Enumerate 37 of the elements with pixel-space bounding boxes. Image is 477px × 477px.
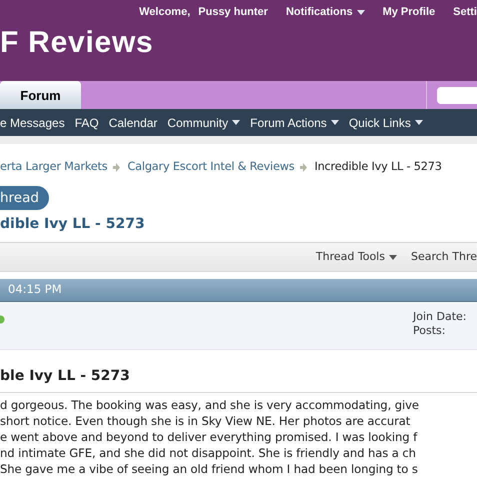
post-text-line: d gorgeous. The booking was easy, and she is very accommodating, give [0, 397, 420, 413]
site-title: F Reviews [0, 28, 154, 58]
header-link[interactable]: Notifications [286, 4, 365, 20]
post-text-line: e went above and beyond to deliver everything promised. I was looking f [0, 429, 418, 445]
post-text-line: short notice. Even though she is in Sky View NE. Her photos are accurat [0, 413, 412, 429]
breadcrumb-link[interactable]: erta Larger Markets [0, 158, 108, 176]
post-title: ble Ivy LL - 5273 [0, 366, 477, 393]
caret-icon [388, 254, 397, 260]
reply-button[interactable]: hread [0, 186, 49, 210]
header-link[interactable]: My Profile [382, 4, 436, 20]
user-info-label: Posts: [413, 324, 446, 338]
header-link[interactable]: Setti [453, 4, 477, 20]
nav-link[interactable]: Quick Links [348, 114, 423, 132]
breadcrumb-link[interactable]: Calgary Escort Intel & Reviews [127, 158, 294, 176]
caret-icon [232, 120, 240, 126]
toolbar-link[interactable]: Search Thre [410, 248, 477, 266]
breadcrumb-arrow-icon [113, 162, 120, 172]
post-text-line: nd intimate GFE, and she did not disappoint. She is friendly and has a ch [0, 445, 417, 461]
breadcrumb-arrow-icon [300, 162, 308, 172]
nav-link[interactable]: FAQ [74, 114, 99, 132]
nav-link[interactable]: Calendar [108, 114, 158, 132]
post-time: 04:15 PM [8, 281, 62, 298]
tab[interactable]: Forum [0, 81, 81, 110]
username-link[interactable]: Pussy hunter [198, 4, 268, 20]
nav-link[interactable]: Forum Actions [250, 114, 339, 132]
nav-link[interactable]: Community [167, 114, 240, 132]
nav-link[interactable]: e Messages [0, 114, 65, 132]
user-info-label: Join Date: [413, 310, 468, 324]
welcome-text: Welcome, [139, 4, 190, 20]
toolbar-link[interactable]: Thread Tools [316, 248, 397, 266]
caret-icon [356, 10, 365, 14]
search-field[interactable] [437, 86, 477, 104]
thread-title: dible Ivy LL - 5273 [0, 215, 146, 234]
post-text-line: She gave me a vibe of seeing an old friend whom I had been longing to s [0, 461, 419, 477]
breadcrumb-current[interactable]: Incredible Ivy LL - 5273 [314, 158, 442, 176]
caret-icon [414, 120, 423, 126]
caret-icon [330, 120, 339, 126]
